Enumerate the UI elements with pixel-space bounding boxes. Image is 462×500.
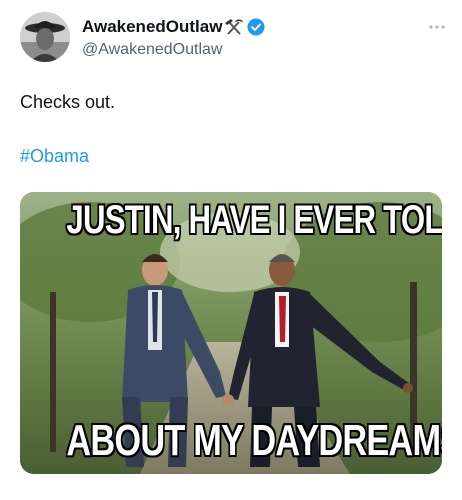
display-name[interactable]: AwakenedOutlaw [82,17,222,37]
user-handle[interactable]: @AwakenedOutlaw [82,41,265,59]
verified-badge-icon [247,18,265,36]
more-icon [429,25,445,29]
meme-caption-top: JUSTIN, HAVE I EVER TOLD YOU [66,198,442,242]
tweet-text: Checks out. [20,92,116,112]
meme-caption-bottom: ABOUT MY DAYDREAMS? [66,416,442,465]
hammer-and-pick-icon [224,17,244,37]
hashtag-link[interactable]: #Obama [20,146,89,167]
more-options-button[interactable] [426,18,448,36]
tweet-header: AwakenedOutlaw @AwakenedOutlaw [20,10,450,66]
avatar[interactable] [20,12,70,62]
tweet-media-image[interactable]: JUSTIN, HAVE I EVER TOLD YOU ABOUT MY DA… [20,192,442,474]
